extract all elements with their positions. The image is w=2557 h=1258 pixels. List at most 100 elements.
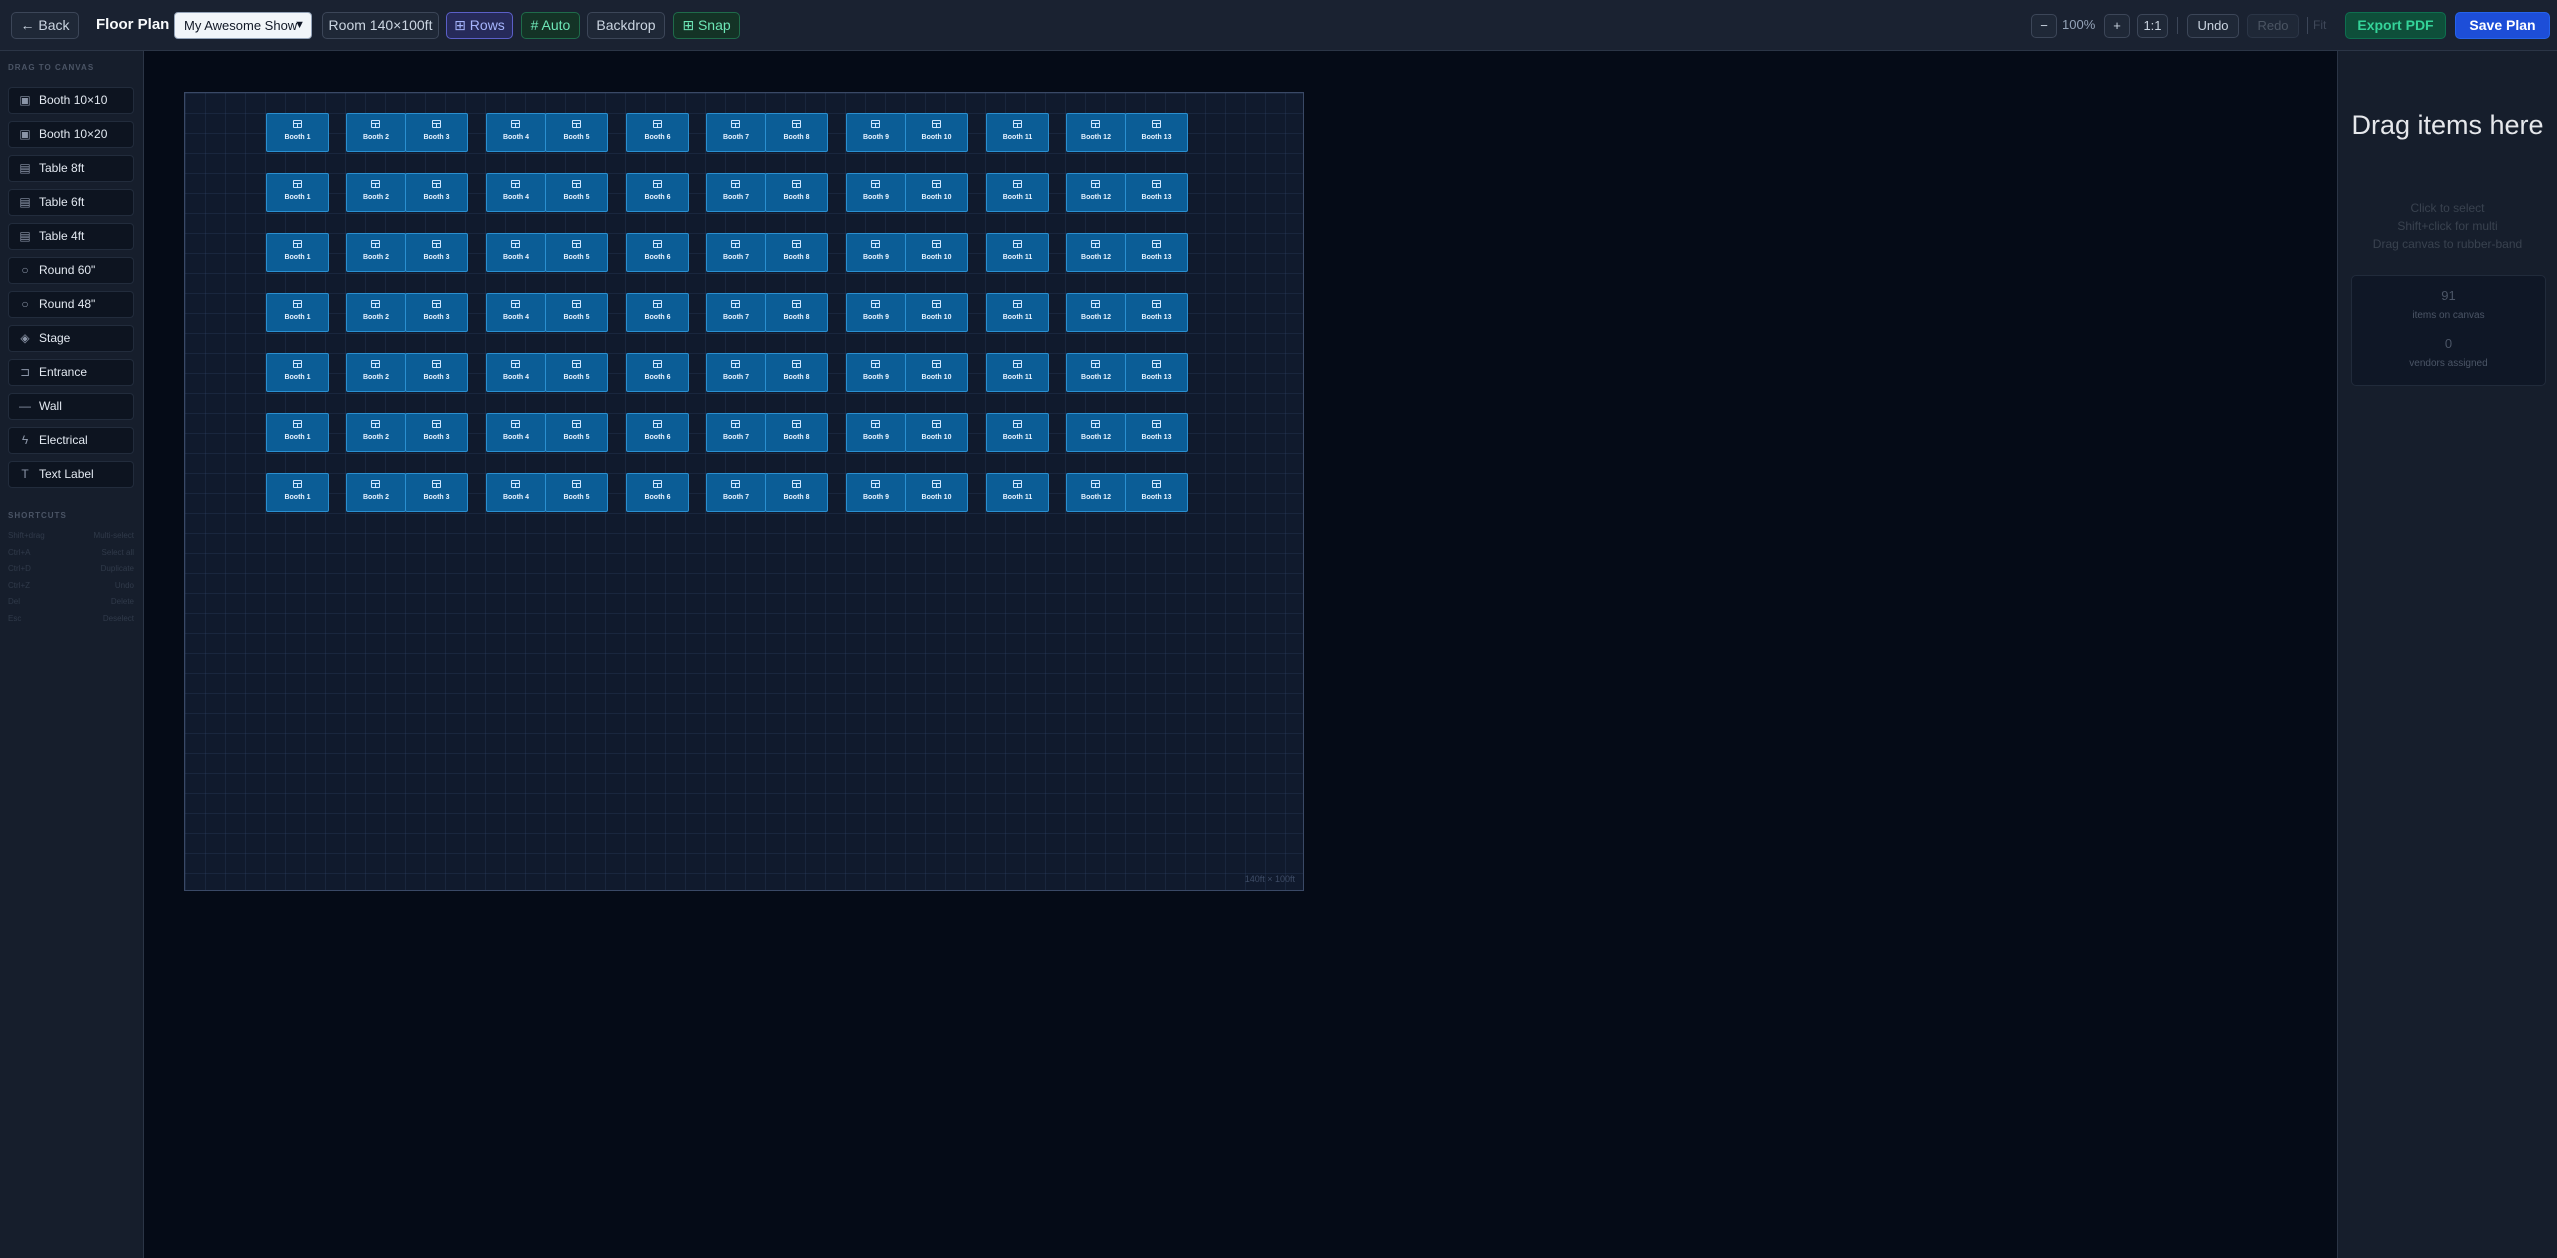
booth[interactable]: Booth 4 <box>486 233 546 272</box>
booth[interactable]: Booth 3 <box>405 233 468 272</box>
booth[interactable]: Booth 6 <box>626 233 689 272</box>
booth[interactable]: Booth 5 <box>545 233 608 272</box>
booth[interactable]: Booth 4 <box>486 293 546 332</box>
booth[interactable]: Booth 2 <box>346 413 406 452</box>
booth[interactable]: Booth 10 <box>905 233 968 272</box>
palette-item[interactable]: ▣ Booth 10×10 <box>8 87 134 114</box>
booth[interactable]: Booth 2 <box>346 173 406 212</box>
booth[interactable]: Booth 7 <box>706 233 766 272</box>
booth[interactable]: Booth 7 <box>706 413 766 452</box>
palette-item[interactable]: ⊐ Entrance <box>8 359 134 386</box>
booth[interactable]: Booth 11 <box>986 233 1049 272</box>
booth[interactable]: Booth 12 <box>1066 353 1126 392</box>
booth[interactable]: Booth 13 <box>1125 473 1188 512</box>
booth[interactable]: Booth 13 <box>1125 413 1188 452</box>
booth[interactable]: Booth 6 <box>626 113 689 152</box>
booth[interactable]: Booth 9 <box>846 353 906 392</box>
booth[interactable]: Booth 6 <box>626 353 689 392</box>
redo-button[interactable]: Redo <box>2247 14 2299 38</box>
booth[interactable]: Booth 8 <box>765 293 828 332</box>
palette-item[interactable]: ▤ Table 4ft <box>8 223 134 250</box>
booth[interactable]: Booth 6 <box>626 293 689 332</box>
booth[interactable]: Booth 12 <box>1066 173 1126 212</box>
booth[interactable]: Booth 3 <box>405 473 468 512</box>
booth[interactable]: Booth 9 <box>846 173 906 212</box>
booth[interactable]: Booth 4 <box>486 473 546 512</box>
palette-item[interactable]: ϟ Electrical <box>8 427 134 454</box>
booth[interactable]: Booth 8 <box>765 353 828 392</box>
booth[interactable]: Booth 4 <box>486 113 546 152</box>
booth[interactable]: Booth 1 <box>266 293 329 332</box>
booth[interactable]: Booth 9 <box>846 113 906 152</box>
booth[interactable]: Booth 12 <box>1066 413 1126 452</box>
booth[interactable]: Booth 7 <box>706 353 766 392</box>
booth[interactable]: Booth 1 <box>266 113 329 152</box>
booth[interactable]: Booth 10 <box>905 173 968 212</box>
booth[interactable]: Booth 11 <box>986 413 1049 452</box>
booth[interactable]: Booth 5 <box>545 473 608 512</box>
booth[interactable]: Booth 1 <box>266 173 329 212</box>
booth[interactable]: Booth 4 <box>486 353 546 392</box>
booth[interactable]: Booth 11 <box>986 113 1049 152</box>
booth[interactable]: Booth 8 <box>765 413 828 452</box>
booth[interactable]: Booth 9 <box>846 473 906 512</box>
booth[interactable]: Booth 8 <box>765 233 828 272</box>
booth[interactable]: Booth 8 <box>765 173 828 212</box>
booth[interactable]: Booth 10 <box>905 413 968 452</box>
booth[interactable]: Booth 10 <box>905 113 968 152</box>
auto-number-button[interactable]: # Auto <box>521 12 580 39</box>
booth[interactable]: Booth 1 <box>266 473 329 512</box>
booth[interactable]: Booth 6 <box>626 473 689 512</box>
booth[interactable]: Booth 12 <box>1066 293 1126 332</box>
palette-item[interactable]: ▤ Table 8ft <box>8 155 134 182</box>
undo-button[interactable]: Undo <box>2187 14 2239 38</box>
booth[interactable]: Booth 13 <box>1125 293 1188 332</box>
booth[interactable]: Booth 7 <box>706 293 766 332</box>
booth[interactable]: Booth 2 <box>346 473 406 512</box>
palette-item[interactable]: ◈ Stage <box>8 325 134 352</box>
booth[interactable]: Booth 5 <box>545 413 608 452</box>
room-size-button[interactable]: Room 140×100ft <box>322 12 439 39</box>
booth[interactable]: Booth 6 <box>626 173 689 212</box>
booth[interactable]: Booth 9 <box>846 413 906 452</box>
booth[interactable]: Booth 5 <box>545 113 608 152</box>
zoom-in-button[interactable]: + <box>2104 14 2130 38</box>
show-select[interactable]: My Awesome Show ▼ <box>174 12 312 39</box>
booth[interactable]: Booth 1 <box>266 233 329 272</box>
booth[interactable]: Booth 11 <box>986 353 1049 392</box>
export-pdf-button[interactable]: Export PDF <box>2345 12 2446 39</box>
zoom-out-button[interactable]: − <box>2031 14 2057 38</box>
booth[interactable]: Booth 12 <box>1066 233 1126 272</box>
palette-item[interactable]: ○ Round 48" <box>8 291 134 318</box>
booth[interactable]: Booth 9 <box>846 293 906 332</box>
backdrop-button[interactable]: Backdrop <box>587 12 665 39</box>
booth[interactable]: Booth 5 <box>545 353 608 392</box>
booth[interactable]: Booth 7 <box>706 173 766 212</box>
booth[interactable]: Booth 4 <box>486 413 546 452</box>
booth[interactable]: Booth 1 <box>266 413 329 452</box>
save-plan-button[interactable]: Save Plan <box>2455 12 2550 39</box>
booth[interactable]: Booth 10 <box>905 473 968 512</box>
booth[interactable]: Booth 3 <box>405 173 468 212</box>
palette-item[interactable]: — Wall <box>8 393 134 420</box>
booth[interactable]: Booth 2 <box>346 293 406 332</box>
palette-item[interactable]: T Text Label <box>8 461 134 488</box>
booth[interactable]: Booth 10 <box>905 293 968 332</box>
booth[interactable]: Booth 4 <box>486 173 546 212</box>
booth[interactable]: Booth 11 <box>986 473 1049 512</box>
booth[interactable]: Booth 13 <box>1125 173 1188 212</box>
booth[interactable]: Booth 10 <box>905 353 968 392</box>
booth[interactable]: Booth 1 <box>266 353 329 392</box>
booth[interactable]: Booth 8 <box>765 113 828 152</box>
booth[interactable]: Booth 3 <box>405 353 468 392</box>
booth[interactable]: Booth 11 <box>986 293 1049 332</box>
booth[interactable]: Booth 11 <box>986 173 1049 212</box>
booth[interactable]: Booth 2 <box>346 233 406 272</box>
booth[interactable]: Booth 2 <box>346 113 406 152</box>
palette-item[interactable]: ▤ Table 6ft <box>8 189 134 216</box>
booth[interactable]: Booth 5 <box>545 173 608 212</box>
booth[interactable]: Booth 3 <box>405 113 468 152</box>
palette-item[interactable]: ▣ Booth 10×20 <box>8 121 134 148</box>
booth[interactable]: Booth 13 <box>1125 353 1188 392</box>
booth[interactable]: Booth 9 <box>846 233 906 272</box>
